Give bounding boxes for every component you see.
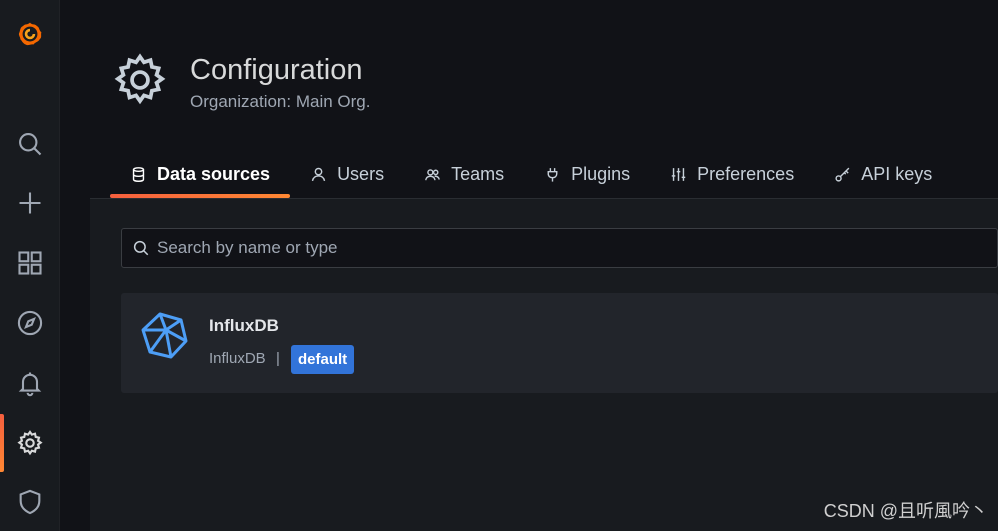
- default-badge: default: [291, 345, 355, 374]
- users-icon: [425, 168, 441, 180]
- plug-icon: [547, 167, 558, 182]
- sidebar-item-alerting[interactable]: [0, 363, 60, 403]
- tab-api-keys[interactable]: API keys: [814, 152, 952, 196]
- plus-icon: [19, 192, 41, 214]
- tab-label: Users: [337, 163, 385, 184]
- sliders-icon: [671, 167, 686, 181]
- tab-plugins[interactable]: Plugins: [524, 152, 650, 196]
- page-subtitle: Organization: Main Org.: [190, 92, 371, 111]
- tab-teams[interactable]: Teams: [404, 152, 524, 196]
- database-icon: [132, 166, 145, 182]
- search-input[interactable]: [157, 238, 757, 258]
- tab-users[interactable]: Users: [290, 152, 404, 196]
- datasource-type: InfluxDB: [209, 350, 266, 367]
- tab-label: Teams: [451, 163, 505, 184]
- sidebar-item-server-admin[interactable]: [0, 482, 60, 522]
- tab-label: Data sources: [157, 163, 271, 184]
- search-box: [121, 228, 998, 268]
- sidebar-item-search[interactable]: [0, 124, 60, 164]
- datasource-name: InfluxDB: [209, 316, 279, 335]
- sidebar-item-configuration[interactable]: [0, 423, 60, 463]
- dashboards-icon: [18, 251, 42, 275]
- config-tabs: Data sources Users Teams Plugins Prefere…: [110, 152, 952, 198]
- alerting-bell-icon: [18, 372, 42, 397]
- datasource-separator: |: [276, 350, 280, 367]
- search-icon: [133, 240, 149, 256]
- watermark: CSDN @且听風吟丶: [823, 501, 988, 521]
- grafana-logo-icon: [18, 22, 42, 46]
- sidebar-item-dashboards[interactable]: [0, 243, 60, 283]
- tab-label: Preferences: [697, 163, 795, 184]
- server-admin-shield-icon: [19, 489, 41, 515]
- tab-preferences[interactable]: Preferences: [650, 152, 814, 196]
- search-icon: [19, 133, 42, 156]
- sidebar: [0, 0, 60, 531]
- tab-label: Plugins: [571, 163, 631, 184]
- key-icon: [835, 167, 850, 182]
- sidebar-item-create[interactable]: [0, 183, 60, 223]
- explore-compass-icon: [17, 310, 43, 336]
- influxdb-logo-icon: [141, 312, 188, 359]
- sidebar-item-explore[interactable]: [0, 303, 60, 343]
- page-gear-icon: [114, 53, 166, 105]
- datasource-card-influxdb[interactable]: InfluxDB InfluxDB | default: [121, 293, 998, 393]
- configuration-gear-icon: [17, 430, 43, 456]
- page-title: Configuration: [190, 54, 363, 86]
- tab-data-sources[interactable]: Data sources: [110, 152, 291, 198]
- user-icon: [311, 167, 326, 181]
- tab-label: API keys: [861, 163, 933, 184]
- grafana-home-button[interactable]: [0, 14, 60, 54]
